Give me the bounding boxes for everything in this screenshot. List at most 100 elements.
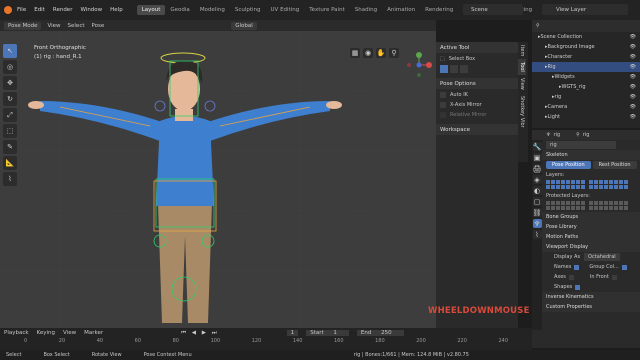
output-props-icon[interactable]: 🖨 [532,164,542,173]
pose-position-button[interactable]: Pose Position [546,161,591,169]
outliner-row[interactable]: ▸ Camera 👁 [532,102,640,112]
skeleton-section[interactable]: Skeleton [532,150,640,160]
visibility-eye-icon[interactable]: 👁 [630,34,636,40]
select-subtract-icon[interactable] [460,65,468,73]
relative-mirror-row[interactable]: Relative Mirror [436,110,518,120]
scene-selector[interactable]: Scene [463,4,523,15]
outliner-row[interactable]: ▸ Scene Collection 👁 [532,32,640,42]
timeline-menu-keying[interactable]: Keying [37,330,55,336]
playback-controls[interactable]: ⏮ ◀ ▶ ⏭ [181,330,219,337]
start-frame-field[interactable]: Start 1 [306,330,349,336]
x-axis-mirror-row[interactable]: X-Axis Mirror [436,100,518,110]
bone-groups-section[interactable]: Bone Groups [532,212,640,222]
select-box-row[interactable]: ⬚ Select Box [436,54,518,64]
outliner-row[interactable]: ▸ Background Image 👁 [532,42,640,52]
layers-grid-right[interactable] [589,180,628,189]
pose-library-section[interactable]: Pose Library [532,222,640,232]
timeline-menu-view[interactable]: View [63,330,76,336]
outliner-row[interactable]: ▸ Widgets 👁 [532,72,640,82]
menu-help[interactable]: Help [110,7,123,13]
object-props-icon[interactable]: ▢ [532,197,542,206]
orientation-dropdown[interactable]: Global [231,21,257,30]
hand-pan-icon[interactable]: ✋ [376,48,386,58]
outliner-row[interactable]: ▸ rig 👁 [532,92,640,102]
blender-logo-icon[interactable] [4,6,12,14]
current-frame-field[interactable]: 1 [286,330,299,336]
outliner-row[interactable]: ▸ WGTS_rig 👁 [532,82,640,92]
data-name-field[interactable]: rig [546,141,616,149]
visibility-eye-icon[interactable]: 👁 [630,74,636,80]
timeline-menu-marker[interactable]: Marker [84,330,103,336]
motion-paths-section[interactable]: Motion Paths [532,232,640,242]
measure-tool-icon[interactable]: 📐 [3,156,17,170]
axes-checkbox[interactable] [568,274,574,280]
protected-grid-left[interactable] [546,201,585,210]
scene-props-icon[interactable]: ◈ [532,175,542,184]
tab-rendering[interactable]: Rendering [420,5,458,15]
visibility-eye-icon[interactable]: 👁 [630,54,636,60]
x-axis-mirror-checkbox[interactable] [440,102,446,108]
outliner-row[interactable]: ▸ Rig 👁 [532,62,640,72]
tab-item[interactable]: Item [518,42,526,59]
tab-tool[interactable]: Tool [518,59,526,76]
workspace-section[interactable]: Workspace [436,124,518,135]
tab-modeling[interactable]: Modeling [195,5,230,15]
zoom-icon[interactable]: ⚲ [389,48,399,58]
outliner-search-icon[interactable]: ⚲ [536,23,540,29]
outliner-row[interactable]: ▸ Light 👁 [532,112,640,122]
select-box-tool-icon[interactable]: ↖ [3,44,17,58]
tab-layout[interactable]: Layout [136,5,166,15]
timeline-ruler[interactable]: 0 20 40 60 80 100 120 140 160 180 200 220 240 [0,338,532,346]
timeline-menu-playback[interactable]: Playback [4,330,29,336]
move-tool-icon[interactable]: ✥ [3,76,17,90]
tab-geodia[interactable]: Geodia [165,5,194,15]
world-props-icon[interactable]: ◐ [532,186,542,195]
render-props-icon[interactable]: ▣ [532,153,542,162]
tab-shotkey[interactable]: Shotkey Vibr [518,93,526,131]
active-tool-section[interactable]: Active Tool [436,42,518,53]
bone-props-icon[interactable]: ⌇ [532,230,542,239]
visibility-eye-icon[interactable]: 👁 [630,104,636,110]
display-as-dropdown[interactable]: Octahedral [584,253,620,261]
constraint-props-icon[interactable]: ⛓ [532,208,542,217]
viewport-menu-view[interactable]: View [47,23,60,29]
shapes-checkbox[interactable] [575,284,581,290]
pose-options-section[interactable]: Pose Options [436,78,518,89]
layers-grid-left[interactable] [546,180,585,189]
select-extend-icon[interactable] [450,65,458,73]
3d-viewport[interactable]: ▦ ◉ ✋ ⚲ [0,31,436,328]
viewport-display-section[interactable]: Viewport Display [532,242,640,252]
custom-properties-section[interactable]: Custom Properties [532,302,640,312]
menu-window[interactable]: Window [80,7,102,13]
grid-icon[interactable]: ▦ [350,48,360,58]
tab-uv-editing[interactable]: UV Editing [266,5,305,15]
protected-grid-right[interactable] [589,201,628,210]
layers-grid[interactable] [532,180,640,189]
navigation-gizmo-icon[interactable] [406,52,432,78]
menu-edit[interactable]: Edit [34,7,45,13]
cursor-tool-icon[interactable]: ◎ [3,60,17,74]
annotate-tool-icon[interactable]: ✎ [3,140,17,154]
transform-tool-icon[interactable]: ⬚ [3,124,17,138]
inverse-kinematics-section[interactable]: Inverse Kinematics [532,292,640,302]
rest-position-button[interactable]: Rest Position [592,161,637,169]
bone-tool-icon[interactable]: ⌇ [3,172,17,186]
in-front-checkbox[interactable] [611,274,617,280]
tool-props-icon[interactable]: 🔧 [532,142,542,151]
visibility-eye-icon[interactable]: 👁 [630,44,636,50]
protected-layers-grid[interactable] [532,201,640,210]
rotate-tool-icon[interactable]: ↻ [3,92,17,106]
menu-render[interactable]: Render [53,7,73,13]
names-checkbox[interactable] [574,264,580,270]
tab-shading[interactable]: Shading [350,5,382,15]
visibility-eye-icon[interactable]: 👁 [630,64,636,70]
visibility-eye-icon[interactable]: 👁 [630,84,636,90]
tab-sculpting[interactable]: Sculpting [230,5,266,15]
select-mode-buttons[interactable] [436,64,518,74]
select-new-icon[interactable] [440,65,448,73]
viewport-menu-select[interactable]: Select [68,23,85,29]
tab-animation[interactable]: Animation [382,5,420,15]
armature-props-icon[interactable]: ♆ [532,219,542,228]
menu-file[interactable]: File [17,7,26,13]
mode-dropdown[interactable]: Pose Mode [4,21,42,30]
